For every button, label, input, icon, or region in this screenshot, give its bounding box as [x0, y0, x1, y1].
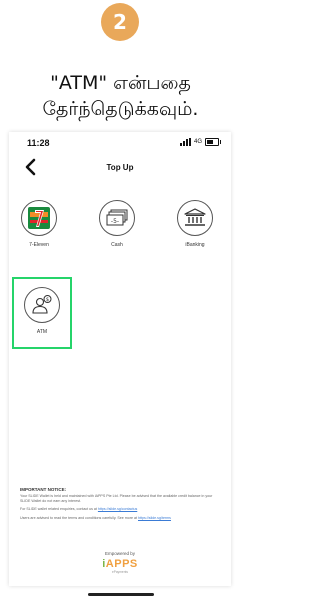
notice-paragraph-3: Users are advised to read the terms and …: [20, 516, 220, 521]
status-time: 11:28: [27, 138, 50, 148]
powered-by: Empowered by iAPPS ePayments: [9, 551, 231, 574]
topup-option-ibanking[interactable]: iBanking: [172, 200, 218, 248]
terms-link[interactable]: https://slide.sg/terms: [138, 516, 171, 520]
iapps-logo: iAPPS: [9, 558, 231, 570]
home-indicator: [88, 593, 154, 596]
instruction-line-1: "ATM" என்பதை: [50, 72, 191, 94]
instruction-text: "ATM" என்பதை தேர்ந்தெடுக்கவும்.: [0, 70, 241, 122]
topup-option-atm[interactable]: $ ATM: [19, 287, 65, 335]
notice-title: IMPORTANT NOTICE:: [20, 487, 67, 492]
status-bar: 11:28 4G: [9, 132, 231, 154]
bank-icon: [177, 200, 213, 236]
notice-paragraph-2: For SLIDE wallet related enquiries, cont…: [20, 507, 220, 512]
notice-paragraph-1: Your SLIDE Wallet is held and maintained…: [20, 494, 213, 503]
phone-screenshot: 11:28 4G Top Up 7-Eleven -5- Cash iBanki…: [9, 132, 231, 586]
iapps-tagline: ePayments: [112, 570, 128, 574]
option-label: ATM: [36, 329, 48, 335]
option-label: iBanking: [185, 242, 205, 248]
network-label: 4G: [193, 139, 202, 145]
cash-icon: -5-: [99, 200, 135, 236]
powered-by-label: Empowered by: [104, 551, 135, 556]
battery-icon: [205, 138, 221, 146]
option-label: 7-Eleven: [29, 242, 49, 248]
iapps-logo-rest: APPS: [105, 558, 138, 570]
page-title: Top Up: [106, 163, 134, 172]
signal-icon: [179, 138, 191, 146]
topup-option-7-eleven[interactable]: 7-Eleven: [16, 200, 62, 248]
important-notice: IMPORTANT NOTICE: Your SLIDE Wallet is h…: [20, 487, 220, 524]
instruction-line-2: தேர்ந்தெடுக்கவும்.: [42, 98, 199, 120]
svg-text:-5-: -5-: [111, 218, 119, 225]
step-number-badge: 2: [101, 3, 139, 41]
atm-user-icon: $: [24, 287, 60, 323]
notice-paragraph-3-text: Users are advised to read the terms and …: [20, 515, 137, 520]
notice-paragraph-2-text: For SLIDE wallet related enquiries, cont…: [20, 507, 97, 512]
topup-option-cash[interactable]: -5- Cash: [94, 200, 140, 248]
option-label: Cash: [111, 242, 123, 248]
contact-link[interactable]: https://slide.sg/contactus: [98, 507, 137, 511]
nav-bar: Top Up: [9, 154, 231, 182]
7-eleven-logo-icon: [21, 200, 57, 236]
svg-text:$: $: [46, 297, 49, 303]
status-indicators: 4G: [179, 138, 221, 146]
